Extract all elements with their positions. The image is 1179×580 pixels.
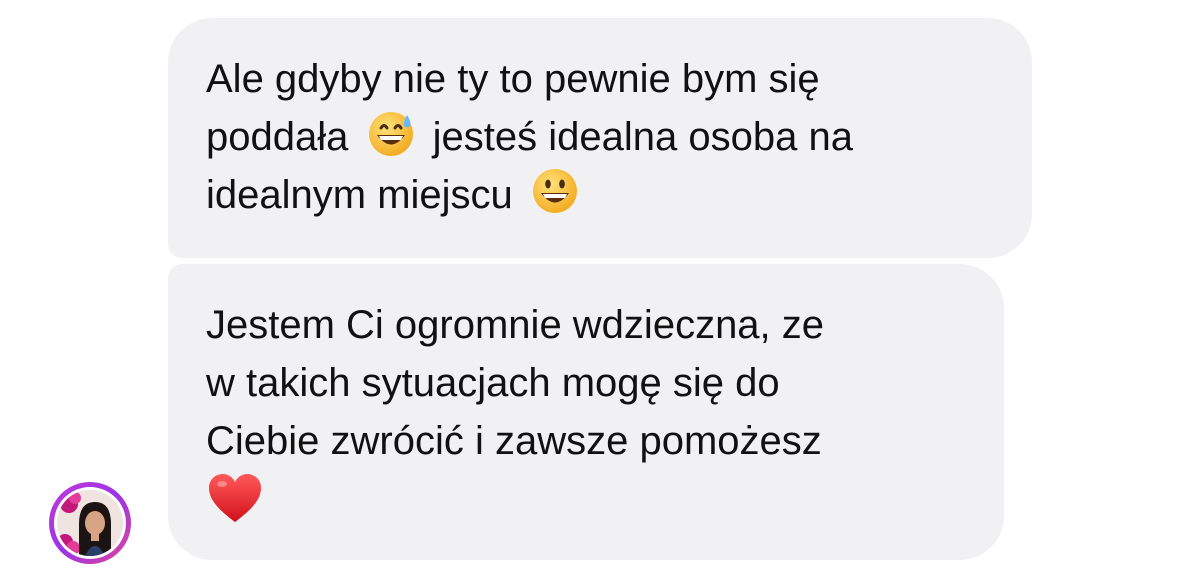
message-text: idealnym miejscu	[206, 173, 513, 217]
message-bubble[interactable]: Jestem Ci ogromnie wdzieczna, ze w takic…	[168, 264, 1004, 560]
message-line: idealnym miejscu	[206, 166, 1032, 224]
chat-thread: Ale gdyby nie ty to pewnie bym się podda…	[0, 0, 1179, 580]
message-text: poddała	[206, 115, 349, 159]
message-line: w takich sytuacjach mogę się do	[206, 354, 1004, 412]
message-text: Ale gdyby nie ty to pewnie bym się	[206, 57, 820, 101]
grinning-emoji-icon	[530, 166, 580, 216]
grinning-sweat-emoji-icon	[366, 108, 416, 158]
message-text: Ciebie zwrócić i zawsze pomożesz	[206, 419, 822, 463]
message-text: jesteś idealna osoba na	[432, 115, 853, 159]
message-line: poddała jesteś idealna osoba na	[206, 108, 1032, 166]
red-heart-emoji-icon	[206, 470, 264, 528]
message-line	[206, 470, 1004, 528]
message-text: Jestem Ci ogromnie wdzieczna, ze	[206, 303, 825, 347]
avatar-photo-icon	[57, 490, 123, 556]
message-line: Ciebie zwrócić i zawsze pomożesz	[206, 412, 1004, 470]
message-line: Jestem Ci ogromnie wdzieczna, ze	[206, 296, 1004, 354]
avatar-ring	[54, 487, 126, 559]
user-avatar[interactable]	[49, 482, 131, 564]
message-text: w takich sytuacjach mogę się do	[206, 361, 780, 405]
message-line: Ale gdyby nie ty to pewnie bym się	[206, 50, 1032, 108]
message-bubble[interactable]: Ale gdyby nie ty to pewnie bym się podda…	[168, 18, 1032, 258]
